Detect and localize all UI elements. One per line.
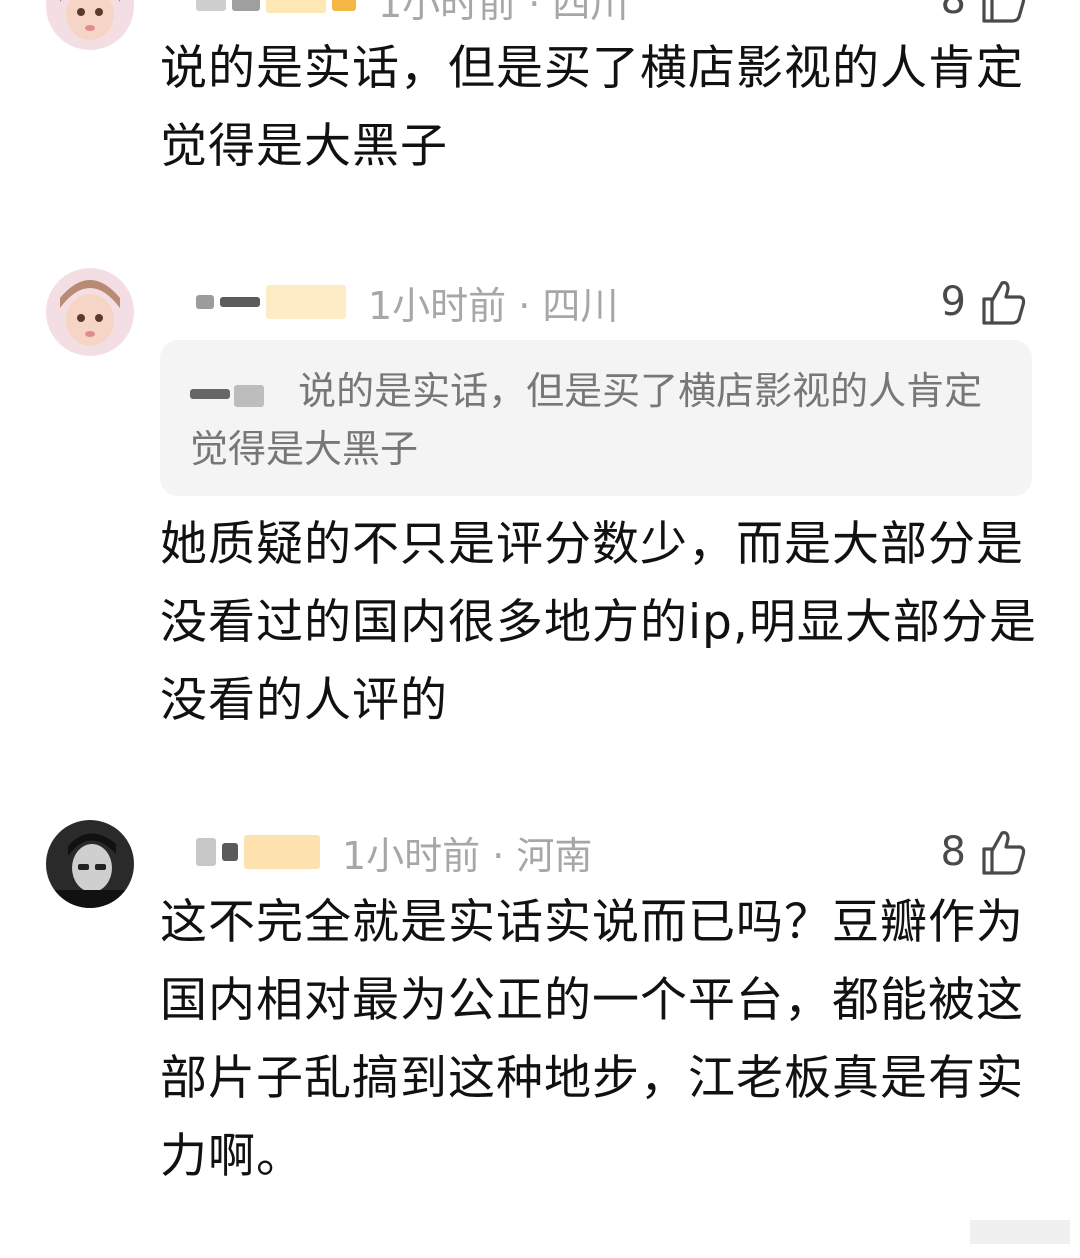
quoted-text-wrap: 说的是实话，但是买了横店影视的人肯定觉得是大黑子	[190, 362, 1010, 478]
username-blurred[interactable]	[196, 0, 356, 13]
quoted-reply[interactable]: 说的是实话，但是买了横店影视的人肯定觉得是大黑子	[160, 340, 1032, 496]
like-button[interactable]: 8	[941, 0, 1028, 30]
like-count: 8	[940, 829, 966, 875]
comment-text: 她质疑的不只是评分数少，而是大部分是没看过的国内很多地方的ip,明显大部分是没看…	[160, 517, 1037, 728]
thumbs-up-icon	[982, 831, 1026, 875]
comment-text: 这不完全就是实话实说而已吗？豆瓣作为国内相对最为公正的一个平台，都能被这部片子乱…	[160, 895, 1024, 1184]
quoted-username-blurred	[190, 379, 286, 409]
girl-avatar-icon	[46, 268, 134, 356]
user-avatar[interactable]	[46, 820, 134, 908]
like-count: 8	[940, 0, 966, 23]
time-location: 1小时前 · 河南	[342, 833, 593, 878]
time-location: 1小时前 · 四川	[378, 0, 629, 26]
comment-text: 说的是实话，但是买了横店影视的人肯定觉得是大黑子	[160, 41, 1024, 174]
comment-meta: 1小时前 · 河南	[196, 822, 592, 882]
man-avatar-icon	[46, 820, 134, 908]
comment-meta: 1小时前 · 四川	[196, 0, 628, 30]
user-avatar[interactable]	[46, 0, 134, 50]
comment-meta: 1小时前 · 四川	[196, 272, 618, 332]
username-blurred[interactable]	[196, 285, 346, 319]
girl-avatar-icon	[46, 0, 134, 50]
quoted-text: 说的是实话，但是买了横店影视的人肯定觉得是大黑子	[190, 369, 983, 471]
like-count: 9	[940, 279, 966, 325]
user-avatar[interactable]	[46, 268, 134, 356]
username-blurred[interactable]	[196, 835, 320, 869]
thumbs-up-icon	[982, 281, 1026, 325]
time-location: 1小时前 · 四川	[368, 283, 619, 328]
like-button[interactable]: 9	[941, 272, 1028, 332]
thumbs-up-icon	[982, 0, 1026, 23]
like-button[interactable]: 8	[941, 822, 1028, 882]
